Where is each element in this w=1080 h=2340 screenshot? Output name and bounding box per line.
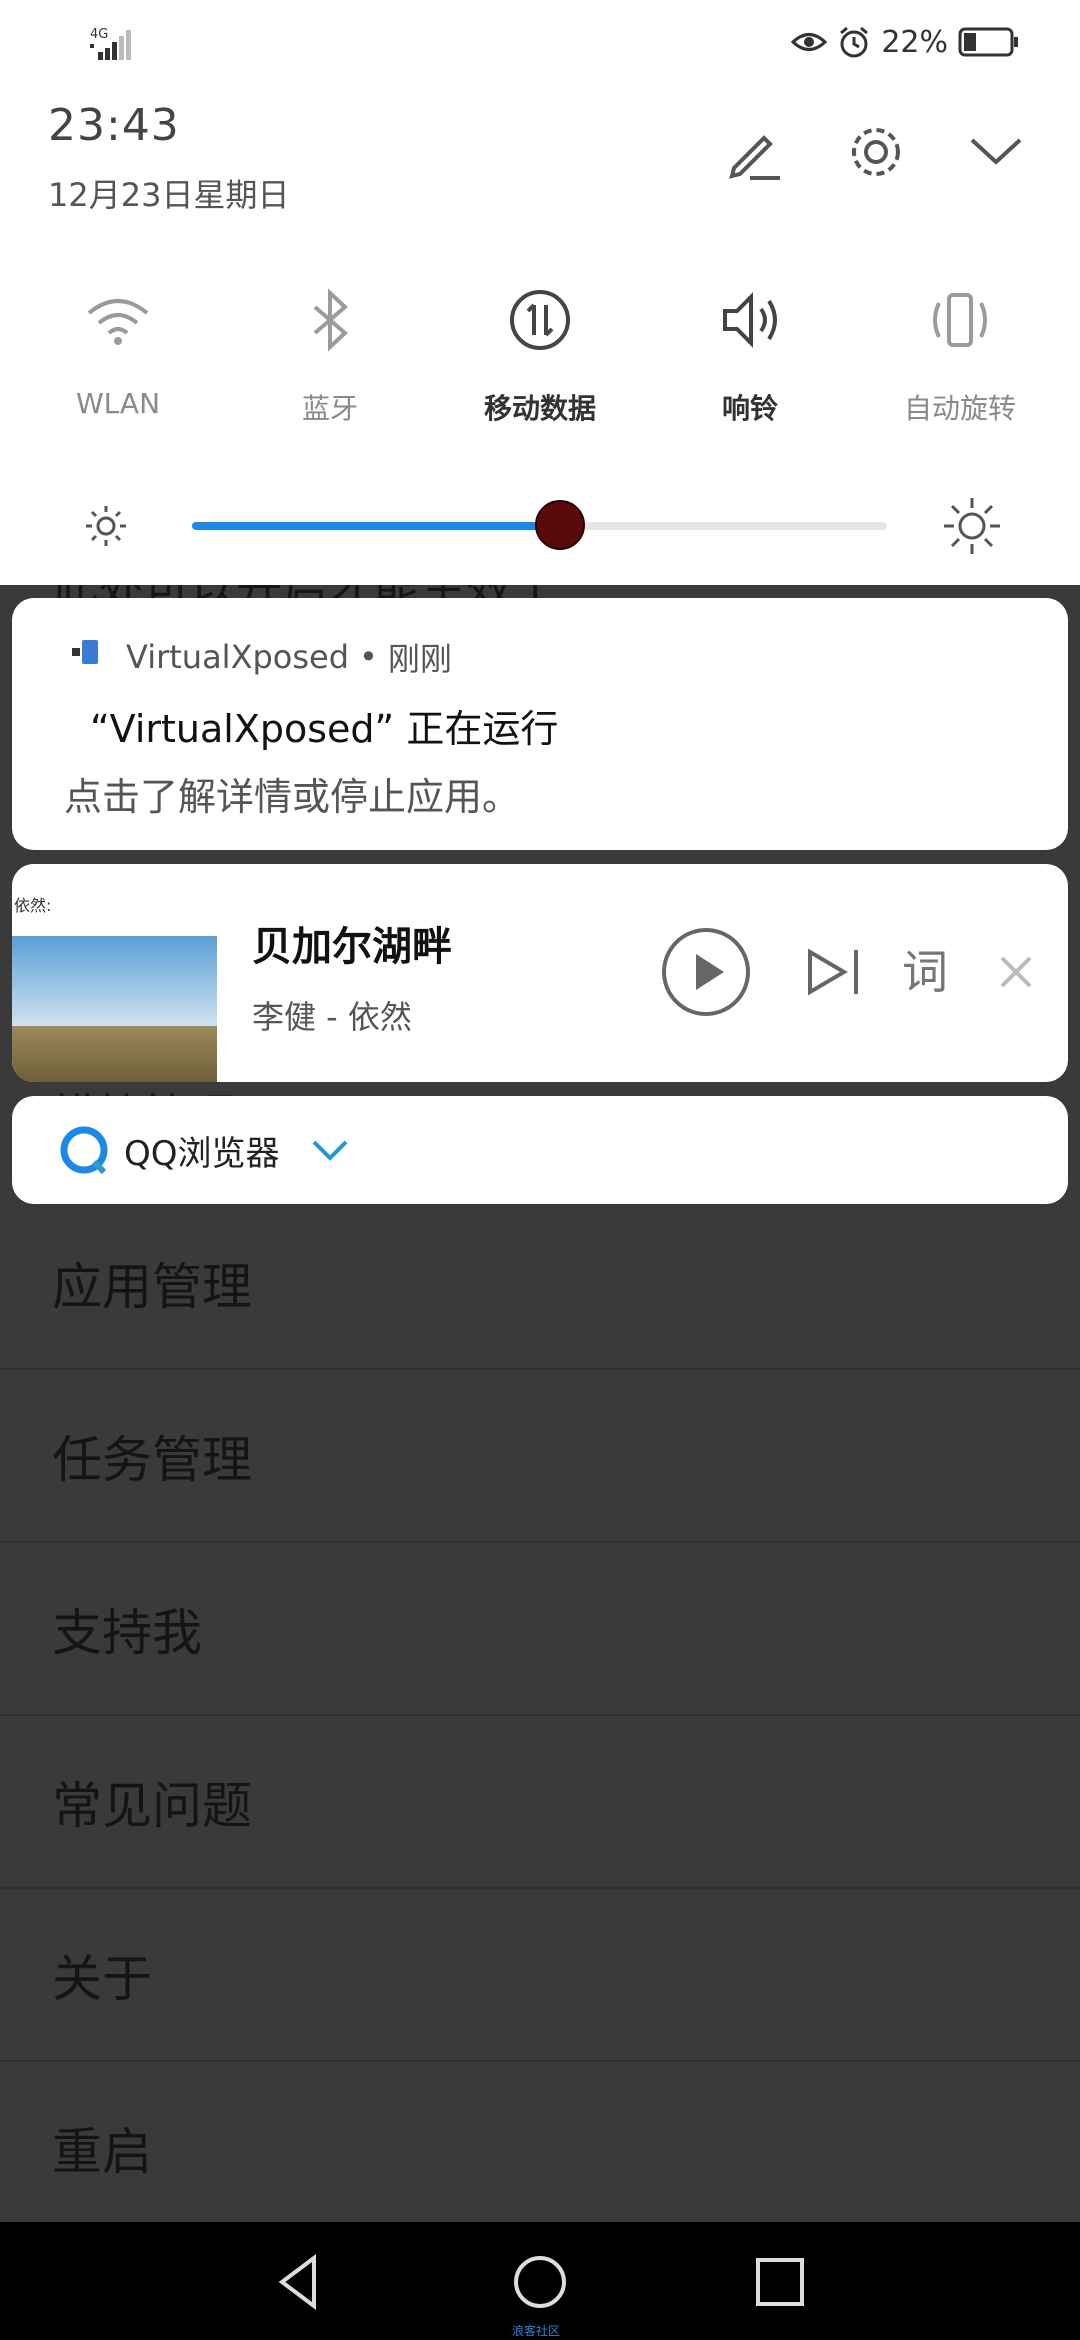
list-item[interactable]: 关于 (0, 1889, 1080, 2062)
virtualxposed-app-icon (72, 640, 98, 664)
list-item-label: 常见问题 (52, 1776, 252, 1835)
auto-rotate-icon (933, 293, 987, 347)
tile-bluetooth[interactable]: 蓝牙 (230, 285, 430, 425)
list-item-label: 任务管理 (52, 1430, 252, 1489)
list-item[interactable]: 支持我 (0, 1543, 1080, 1716)
edit-icon[interactable] (722, 120, 786, 184)
list-item-label: 支持我 (52, 1603, 202, 1662)
notification-qq-browser[interactable]: QQ浏览器 (12, 1096, 1068, 1204)
list-item[interactable]: 任务管理 (0, 1370, 1080, 1543)
brightness-high-icon (944, 498, 1000, 554)
date: 12月23日星期日 (48, 176, 290, 214)
brightness-row (0, 490, 1080, 560)
notification-app-name: VirtualXposed (126, 638, 350, 676)
tile-label: WLAN (75, 387, 161, 420)
notification-app-name: QQ浏览器 (124, 1134, 280, 1174)
tile-auto-rotate[interactable]: 自动旋转 (860, 285, 1060, 425)
notification-music[interactable]: 依然: 贝加尔湖畔 李健 - 依然 词 (12, 864, 1068, 1082)
eye-icon (791, 33, 828, 51)
qq-browser-app-icon (60, 1126, 108, 1174)
collapse-icon[interactable] (964, 120, 1028, 184)
recents-icon[interactable] (748, 2250, 812, 2314)
ring-icon (723, 292, 777, 348)
watermark: 浪客社区 (512, 2324, 561, 2338)
song-artist: 李健 - 依然 (252, 998, 412, 1036)
brightness-low-icon (86, 506, 126, 546)
notification-header: VirtualXposed • 刚刚 (126, 634, 452, 680)
notification-separator: • (359, 638, 378, 676)
signal-icon: 4G (90, 27, 131, 60)
album-caption: 依然: (14, 896, 52, 915)
clock: 23:43 (48, 100, 180, 151)
play-icon[interactable] (658, 924, 754, 1020)
alarm-icon (840, 26, 869, 58)
tile-label: 移动数据 (483, 392, 596, 425)
settings-icon[interactable] (844, 120, 908, 184)
bluetooth-icon (313, 288, 348, 352)
mobile-data-icon (510, 290, 570, 350)
navigation-bar: 浪客社区 (0, 2222, 1080, 2340)
network-label: 4G (90, 27, 108, 42)
battery-percent: 22% (881, 24, 948, 60)
tile-wlan[interactable]: WLAN (18, 285, 218, 425)
notification-virtualxposed[interactable]: VirtualXposed • 刚刚 “VirtualXposed” 正在运行 … (12, 598, 1068, 850)
notification-time: 刚刚 (387, 640, 452, 678)
close-icon[interactable] (996, 952, 1036, 992)
brightness-thumb[interactable] (535, 500, 586, 550)
battery-icon (958, 27, 1018, 57)
status-right: 22% (791, 22, 1020, 62)
home-icon[interactable] (508, 2250, 572, 2314)
tile-label: 响铃 (721, 392, 778, 425)
tile-mobile-data[interactable]: 移动数据 (440, 285, 640, 425)
wifi-icon (87, 299, 149, 345)
list-item-label: 重启 (52, 2122, 152, 2181)
notification-title: “VirtualXposed” 正在运行 (90, 707, 559, 751)
next-icon[interactable] (788, 924, 884, 1020)
list-item[interactable]: 应用管理 (0, 1197, 1080, 1370)
song-title: 贝加尔湖畔 (252, 924, 452, 970)
chevron-down-icon[interactable] (308, 1130, 352, 1170)
tile-label: 自动旋转 (903, 392, 1016, 425)
list-item-label: 应用管理 (52, 1257, 252, 1316)
tile-ring[interactable]: 响铃 (650, 285, 850, 425)
album-art: 依然: (12, 864, 217, 1082)
notification-body: 点击了解详情或停止应用。 (64, 775, 521, 819)
lyrics-button[interactable]: 词 (902, 936, 948, 1002)
list-item[interactable]: 重启 (0, 2062, 1080, 2235)
brightness-fill (192, 522, 561, 530)
back-icon[interactable] (268, 2250, 332, 2314)
tile-label: 蓝牙 (301, 392, 358, 425)
notification-shade: 4G 22% 23:43 12月23日星期日 WLAN 蓝牙 移动数据 响铃 自… (0, 0, 1080, 585)
list-item-label: 关于 (52, 1949, 152, 2008)
list-item[interactable]: 常见问题 (0, 1716, 1080, 1889)
